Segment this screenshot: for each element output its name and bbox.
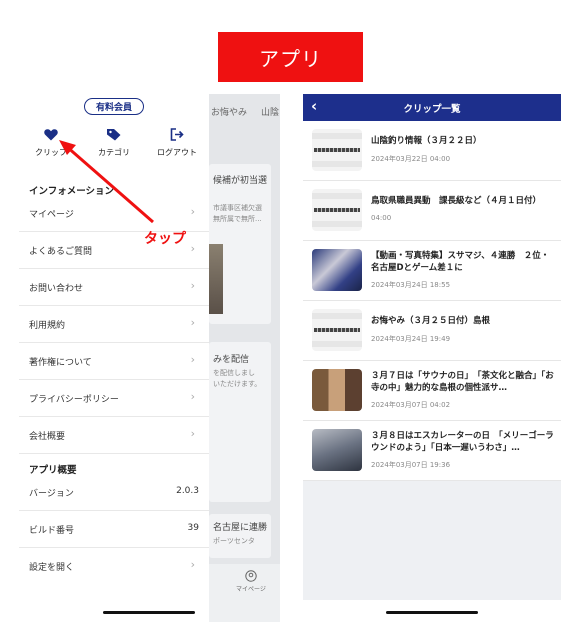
menu-item-label: マイページ bbox=[29, 210, 74, 220]
menu-item-label: 会社概要 bbox=[29, 432, 66, 442]
clip-title: 【動画・写真特集】スサマジ、４連勝 ２位・名古屋Dとゲーム差１に bbox=[371, 251, 550, 273]
chevron-right-icon: › bbox=[190, 205, 195, 218]
home-indicator bbox=[386, 611, 478, 614]
clip-date: 2024年03月22日 04:00 bbox=[371, 155, 451, 163]
tag-icon bbox=[107, 129, 121, 141]
background-photo bbox=[209, 244, 223, 314]
heart-icon bbox=[44, 129, 58, 141]
menu-item-copyright[interactable]: 著作権について › bbox=[19, 343, 209, 380]
clip-item[interactable]: お悔やみ（３月２５日付）島根 2024年03月24日 19:49 bbox=[303, 301, 561, 361]
logout-button[interactable]: ログアウト bbox=[147, 128, 207, 158]
menu-item-mypage[interactable]: マイページ › bbox=[19, 195, 209, 232]
thumbnail bbox=[312, 189, 362, 231]
background-sub: 無所属で無所... bbox=[213, 215, 262, 223]
side-drawer: 有料会員 クリップ カテゴリ ログアウト インフォメーション マイページ › よ… bbox=[19, 94, 209, 622]
clip-date: 2024年03月24日 18:55 bbox=[371, 281, 451, 289]
menu-item-label: 利用規約 bbox=[29, 321, 66, 331]
right-phone-screen: ‹ クリップ一覧 山陰釣り情報（３月２２日） 2024年03月22日 04:00… bbox=[303, 94, 561, 622]
clip-label: クリップ bbox=[35, 148, 67, 157]
clip-title: ３月８日はエスカレーターの日 「メリーゴーラウンドのよう」「日本一遅いうわさ」… bbox=[371, 431, 554, 453]
left-phone-screen: お悔やみ 山陰 候補が初当選 市議事区補欠選 無所属で無所... みを配信 を配… bbox=[19, 94, 280, 622]
background-sub: いただけます。 bbox=[213, 380, 262, 388]
background-app: お悔やみ 山陰 候補が初当選 市議事区補欠選 無所属で無所... みを配信 を配… bbox=[209, 94, 280, 622]
background-sub: 市議事区補欠選 bbox=[213, 204, 262, 212]
chevron-right-icon: › bbox=[190, 558, 195, 571]
menu-item-terms[interactable]: 利用規約 › bbox=[19, 306, 209, 343]
nav-bar: ‹ クリップ一覧 bbox=[303, 94, 561, 121]
chevron-right-icon: › bbox=[190, 427, 195, 440]
chevron-right-icon: › bbox=[190, 390, 195, 403]
clip-item[interactable]: 鳥取県職員異動 課長級など（４月１日付） 04:00 bbox=[303, 181, 561, 241]
chevron-right-icon: › bbox=[190, 242, 195, 255]
menu-item-label: 著作権について bbox=[29, 358, 92, 368]
menu-item-company[interactable]: 会社概要 › bbox=[19, 417, 209, 454]
clip-item[interactable]: 【動画・写真特集】スサマジ、４連勝 ２位・名古屋Dとゲーム差１に 2024年03… bbox=[303, 241, 561, 301]
clip-title: 山陰釣り情報（３月２２日） bbox=[371, 136, 482, 146]
menu-item-label: プライバシーポリシー bbox=[29, 395, 119, 405]
background-tab-mypage: マイページ bbox=[236, 586, 266, 593]
build-number-label: ビルド番号 bbox=[29, 526, 75, 536]
build-number-value: 39 bbox=[187, 523, 199, 533]
version-label: バージョン bbox=[29, 489, 74, 499]
clip-button[interactable]: クリップ bbox=[21, 128, 81, 158]
category-label: カテゴリ bbox=[98, 148, 130, 157]
clip-title: 鳥取県職員異動 課長級など（４月１日付） bbox=[371, 196, 542, 206]
clip-list: 山陰釣り情報（３月２２日） 2024年03月22日 04:00 鳥取県職員異動 … bbox=[303, 121, 561, 481]
chevron-right-icon: › bbox=[190, 279, 195, 292]
clip-date: 2024年03月07日 04:02 bbox=[371, 401, 451, 409]
clip-item[interactable]: ３月８日はエスカレーターの日 「メリーゴーラウンドのよう」「日本一遅いうわさ」…… bbox=[303, 421, 561, 481]
chevron-right-icon: › bbox=[190, 353, 195, 366]
version-value: 2.0.3 bbox=[176, 486, 199, 496]
tap-annotation: タップ bbox=[144, 231, 186, 247]
clip-date: 2024年03月07日 19:36 bbox=[371, 461, 451, 469]
page-title: クリップ一覧 bbox=[403, 104, 461, 115]
thumbnail bbox=[312, 249, 362, 291]
home-indicator bbox=[103, 611, 195, 614]
thumbnail bbox=[312, 429, 362, 471]
logout-icon bbox=[170, 128, 184, 141]
background-tabs: お悔やみ 山陰 bbox=[209, 100, 280, 122]
background-headline: みを配信 bbox=[213, 355, 250, 365]
person-icon bbox=[245, 570, 257, 582]
thumbnail bbox=[312, 129, 362, 171]
background-tab: 山陰 bbox=[261, 108, 280, 118]
background-sub: ポーツセンタ bbox=[213, 537, 255, 545]
open-settings-row[interactable]: 設定を開く › bbox=[19, 548, 209, 585]
clip-date: 04:00 bbox=[371, 214, 392, 222]
menu-item-label: お問い合わせ bbox=[29, 284, 84, 294]
clip-item[interactable]: ３月７日は「サウナの日」 「茶文化と融合」「お寺の中」魅力的な島根の個性派サ… … bbox=[303, 361, 561, 421]
menu-item-label: よくあるご質問 bbox=[29, 247, 93, 257]
background-tabbar: マイページ bbox=[209, 564, 280, 622]
version-row: バージョン 2.0.3 bbox=[19, 474, 209, 511]
background-headline: 名古屋に連勝 bbox=[213, 523, 268, 533]
app-banner: アプリ bbox=[218, 32, 363, 82]
clip-item[interactable]: 山陰釣り情報（３月２２日） 2024年03月22日 04:00 bbox=[303, 121, 561, 181]
menu-item-contact[interactable]: お問い合わせ › bbox=[19, 269, 209, 306]
clip-date: 2024年03月24日 19:49 bbox=[371, 335, 451, 343]
background-tab: お悔やみ bbox=[211, 108, 248, 118]
background-card: みを配信 を配信しまし いただけます。 bbox=[209, 342, 271, 502]
member-badge: 有料会員 bbox=[84, 98, 144, 115]
background-headline: 候補が初当選 bbox=[213, 176, 268, 186]
menu-item-privacy[interactable]: プライバシーポリシー › bbox=[19, 380, 209, 417]
chevron-right-icon: › bbox=[190, 316, 195, 329]
build-number-row: ビルド番号 39 bbox=[19, 511, 209, 548]
clip-title: お悔やみ（３月２５日付）島根 bbox=[371, 316, 491, 326]
open-settings-label: 設定を開く bbox=[29, 563, 75, 573]
clip-title: ３月７日は「サウナの日」 「茶文化と融合」「お寺の中」魅力的な島根の個性派サ… bbox=[371, 371, 554, 393]
logout-label: ログアウト bbox=[157, 148, 197, 157]
background-sub: を配信しまし bbox=[213, 369, 255, 377]
thumbnail bbox=[312, 309, 362, 351]
category-button[interactable]: カテゴリ bbox=[84, 128, 144, 158]
thumbnail bbox=[312, 369, 362, 411]
background-card: 名古屋に連勝 ポーツセンタ bbox=[209, 514, 271, 558]
